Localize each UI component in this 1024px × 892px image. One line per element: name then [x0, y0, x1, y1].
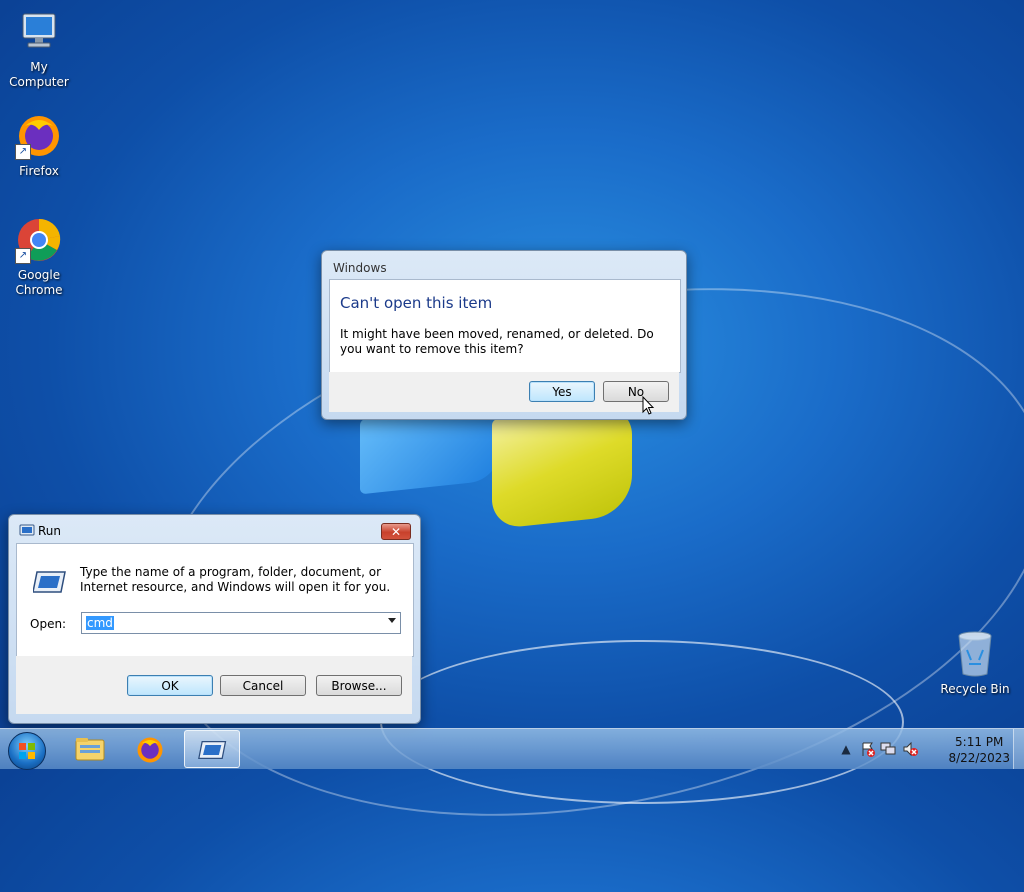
run-description: Type the name of a program, folder, docu…: [80, 565, 391, 594]
taskbar-firefox[interactable]: [122, 730, 178, 768]
start-button[interactable]: [8, 732, 46, 770]
run-dialog-title: Run: [38, 524, 62, 538]
clock-date: 8/22/2023: [948, 751, 1010, 765]
run-program-icon: [33, 571, 66, 593]
open-combobox[interactable]: cmd: [81, 612, 401, 634]
open-input-value[interactable]: cmd: [86, 616, 114, 630]
desktop-icon-label: Google Chrome: [15, 268, 63, 297]
show-hidden-icons-icon[interactable]: ▲: [838, 741, 854, 757]
dialog-message: It might have been moved, renamed, or de…: [340, 327, 654, 356]
firefox-icon: [137, 737, 163, 763]
dialog-heading: Can't open this item: [340, 294, 493, 312]
shortcut-arrow-icon: ↗: [15, 144, 31, 160]
recycle-bin-icon: [951, 630, 999, 678]
dialog-footer: Yes No: [329, 372, 679, 412]
dialog-body: Can't open this item It might have been …: [329, 279, 681, 373]
taskbar-explorer[interactable]: [62, 730, 118, 768]
chevron-down-icon[interactable]: [388, 618, 396, 623]
taskbar-run[interactable]: [184, 730, 240, 768]
shortcut-arrow-icon: ↗: [15, 248, 31, 264]
network-icon[interactable]: [880, 741, 896, 757]
cancel-button[interactable]: Cancel: [220, 675, 306, 696]
desktop-icon-google-chrome[interactable]: ↗ Google Chrome: [0, 216, 78, 298]
desktop-icon-label: Recycle Bin: [940, 682, 1010, 696]
run-icon: [198, 741, 227, 759]
volume-muted-icon[interactable]: [902, 741, 918, 757]
mouse-cursor-icon: [642, 396, 655, 415]
open-label: Open:: [30, 617, 67, 631]
firefox-icon: ↗: [15, 112, 63, 160]
action-center-icon[interactable]: [860, 741, 876, 757]
wallpaper-logo-yellow: [492, 404, 632, 530]
chrome-icon: ↗: [15, 216, 63, 264]
desktop-icon-label: My Computer: [9, 60, 69, 89]
no-button[interactable]: No: [603, 381, 669, 402]
ok-button[interactable]: OK: [127, 675, 213, 696]
show-desktop-button[interactable]: [1013, 729, 1024, 769]
run-dialog: Run ✕ Type the name of a program, folder…: [8, 514, 421, 724]
windows-logo-icon: [19, 743, 35, 759]
clock[interactable]: 5:11 PM 8/22/2023: [948, 734, 1010, 766]
run-dialog-footer: OK Cancel Browse...: [16, 656, 412, 714]
desktop-icon-label: Firefox: [19, 164, 59, 178]
cant-open-item-dialog: Windows Can't open this item It might ha…: [321, 250, 687, 420]
browse-button[interactable]: Browse...: [316, 675, 402, 696]
yes-button[interactable]: Yes: [529, 381, 595, 402]
close-icon: ✕: [390, 525, 402, 539]
clock-time: 5:11 PM: [955, 735, 1004, 749]
desktop-icon-recycle-bin[interactable]: Recycle Bin: [936, 630, 1014, 697]
close-button[interactable]: ✕: [381, 523, 411, 540]
dialog-title: Windows: [333, 261, 387, 275]
run-dialog-body: Type the name of a program, folder, docu…: [16, 543, 414, 657]
windows-explorer-icon: [75, 738, 105, 761]
taskbar: ▲ 5:11 PM 8/22/2023: [0, 728, 1024, 770]
system-tray: ▲ 5:11 PM 8/22/2023: [834, 729, 1024, 769]
desktop-icon-my-computer[interactable]: My Computer: [0, 8, 78, 90]
computer-icon: [15, 8, 63, 56]
run-icon: [19, 524, 35, 536]
desktop-icon-firefox[interactable]: ↗ Firefox: [0, 112, 78, 179]
